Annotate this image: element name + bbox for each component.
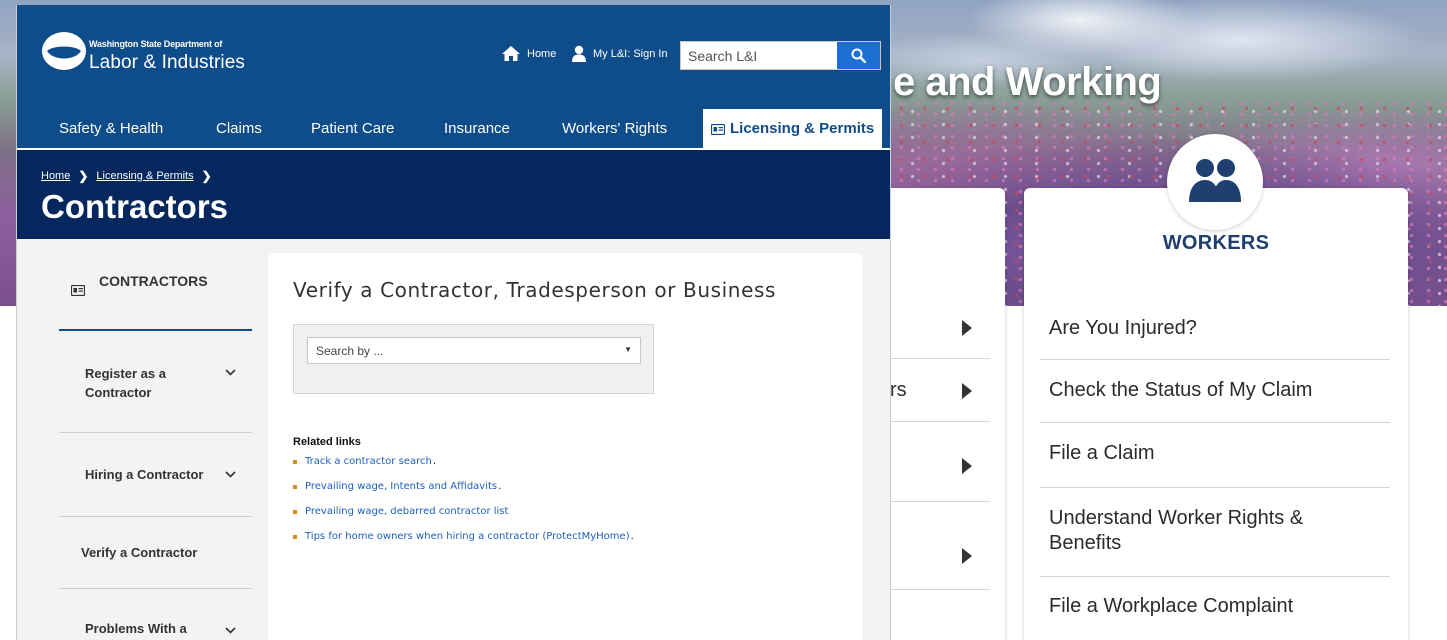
chevron-down-icon [225,471,236,478]
nav-licensing-label: Licensing & Permits [730,120,875,137]
left-card-row[interactable] [890,296,990,359]
caret-right-icon [962,458,972,474]
side-nav-item-label: Register as a Contractor [85,366,166,400]
side-nav-item-problems[interactable]: Problems With a [59,589,252,640]
related-link[interactable]: Tips for home owners when hiring a contr… [293,531,634,542]
workers-link-claim-status[interactable]: Check the Status of My Claim [1040,360,1390,423]
browser-window: Washington State Department of Labor & I… [16,5,891,640]
nav-claims[interactable]: Claims [216,109,262,149]
workers-link-label: File a Workplace Complaint [1049,595,1294,617]
side-nav-item-verify[interactable]: Verify a Contractor [59,517,252,589]
related-links-title: Related links [293,436,361,448]
bullet-icon [293,459,297,464]
breadcrumb-home[interactable]: Home [41,170,70,182]
dropdown-arrow-icon: ▼ [624,345,632,354]
home-link[interactable]: Home [501,45,556,62]
caret-right-icon [962,383,972,399]
search-button[interactable] [837,42,880,69]
workers-link-label: File a Claim [1049,442,1155,464]
site-header: Washington State Department of Labor & I… [17,5,890,150]
home-icon [502,46,520,61]
page-title: Contractors [41,188,229,225]
breadcrumb-separator-icon: ❯ [78,169,89,183]
workers-link-injured[interactable]: Are You Injured? [1040,296,1390,360]
related-link-text[interactable]: Prevailing wage, debarred contractor lis… [305,506,508,517]
signin-link-label: My L&I: Sign In [593,47,668,60]
nav-patient-care[interactable]: Patient Care [311,109,394,149]
bullet-icon [293,484,297,489]
workers-link-file-claim[interactable]: File a Claim [1040,423,1390,488]
nav-safety-health[interactable]: Safety & Health [59,109,163,149]
side-nav-item-label: Verify a Contractor [81,545,198,560]
signin-link[interactable]: My L&I: Sign In [571,45,668,62]
content-heading: Verify a Contractor, Tradesperson or Bus… [293,278,777,302]
site-search [680,41,881,70]
caret-right-icon [962,548,972,564]
logo-agency-name[interactable]: Labor & Industries [89,52,245,74]
logo-department-text: Washington State Department of [89,39,223,49]
chevron-down-icon [225,369,236,376]
left-card-row[interactable] [890,502,990,590]
related-link-text[interactable]: Track a contractor search [305,456,432,467]
breadcrumb: Home ❯ Licensing & Permits ❯ [41,169,212,183]
page-banner: Home ❯ Licensing & Permits ❯ Contractors [17,150,890,239]
bullet-icon [293,534,297,539]
side-nav-item-label: Problems With a [85,621,187,636]
workers-link-label: Check the Status of My Claim [1049,379,1313,401]
hero-title: e and Working [893,60,1162,104]
side-nav-heading: CONTRACTORS [59,267,252,331]
id-card-icon [711,123,725,135]
workers-link-label: Understand Worker Rights & Benefits [1049,507,1304,554]
workers-link-complaint[interactable]: File a Workplace Complaint [1040,577,1390,627]
side-nav-heading-label: CONTRACTORS [99,273,208,289]
home-link-label: Home [527,47,557,60]
related-link[interactable]: Prevailing wage, Intents and Affidavits. [293,481,501,492]
related-link[interactable]: Prevailing wage, debarred contractor lis… [293,506,508,517]
left-card-row[interactable] [890,422,990,502]
main-nav: Safety & Health Claims Patient Care Insu… [17,109,890,149]
left-card-row-text: rs [890,379,907,401]
bullet-icon [293,509,297,514]
workers-title: WORKERS [1162,232,1270,254]
chevron-down-icon [225,627,236,634]
id-card-icon [71,285,85,296]
nav-workers-rights[interactable]: Workers' Rights [562,109,667,149]
related-link[interactable]: Track a contractor search. [293,456,436,467]
related-link-text[interactable]: Prevailing wage, Intents and Affidavits [305,481,497,492]
search-input[interactable] [681,42,837,69]
side-nav-item-hiring[interactable]: Hiring a Contractor [59,433,252,517]
user-icon [572,45,586,62]
caret-right-icon [962,320,972,336]
search-by-value: Search by ... [316,344,384,358]
search-filter-box: Search by ... ▼ [293,324,654,394]
side-nav: CONTRACTORS Register as a Contractor Hir… [59,239,252,640]
nav-licensing-permits[interactable]: Licensing & Permits [703,109,883,149]
related-link-text[interactable]: Tips for home owners when hiring a contr… [305,531,630,542]
search-icon [851,48,866,63]
breadcrumb-separator-icon: ❯ [201,169,212,183]
workers-link-rights[interactable]: Understand Worker Rights & Benefits [1040,488,1390,577]
side-nav-item-register[interactable]: Register as a Contractor [59,331,252,433]
people-icon [1189,159,1241,202]
workers-link-label: Are You Injured? [1049,317,1197,339]
workers-badge [1167,134,1263,230]
left-card-row[interactable]: rs [890,359,990,422]
search-by-select[interactable]: Search by ... ▼ [307,337,641,364]
breadcrumb-licensing[interactable]: Licensing & Permits [96,170,193,182]
nav-insurance[interactable]: Insurance [444,109,510,149]
content-card: Verify a Contractor, Tradesperson or Bus… [268,253,862,640]
side-nav-item-label: Hiring a Contractor [85,467,204,482]
lni-logo-icon[interactable] [41,31,87,71]
